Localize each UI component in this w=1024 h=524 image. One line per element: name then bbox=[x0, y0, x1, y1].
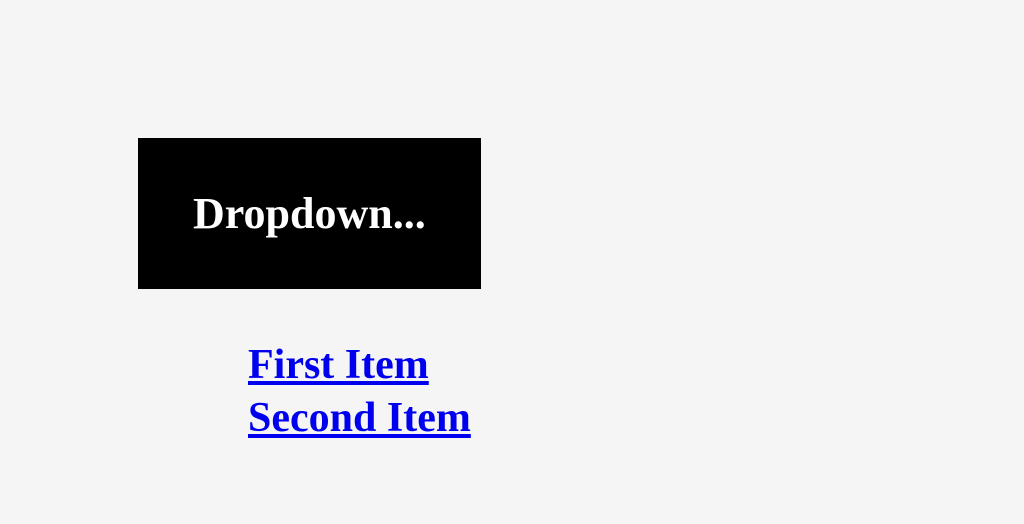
dropdown-container: Dropdown... First Item Second Item bbox=[138, 138, 481, 444]
dropdown-item-first[interactable]: First Item bbox=[248, 339, 429, 392]
dropdown-item-second[interactable]: Second Item bbox=[248, 392, 471, 445]
dropdown-menu: First Item Second Item bbox=[248, 339, 481, 444]
dropdown-button[interactable]: Dropdown... bbox=[138, 138, 481, 289]
